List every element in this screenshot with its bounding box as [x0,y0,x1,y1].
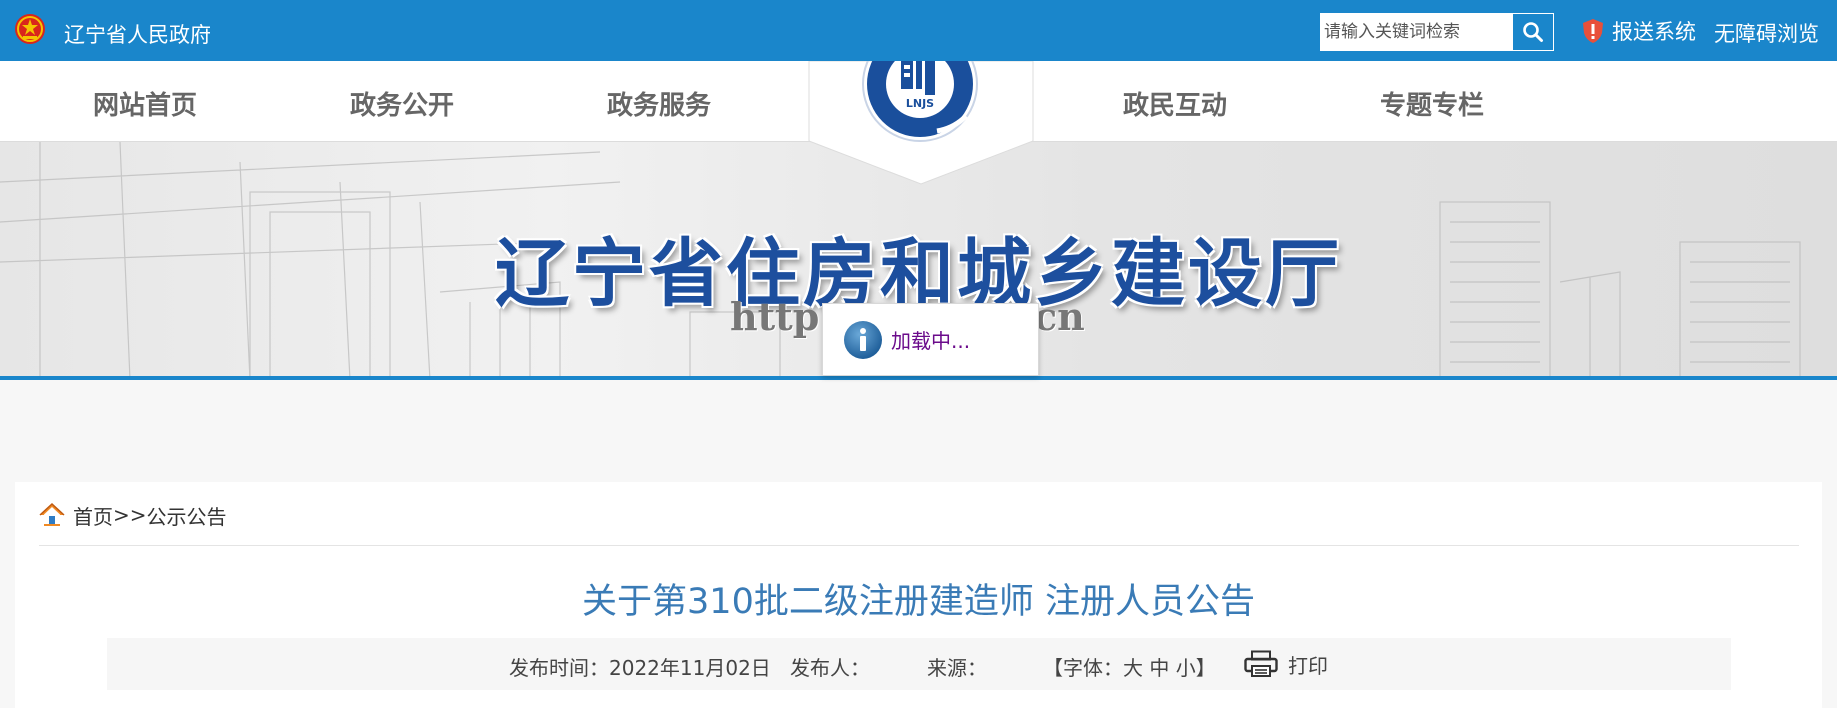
font-size-small[interactable]: 小 [1176,656,1196,680]
lnjs-logo-text: LNJS [906,97,934,110]
font-size-large[interactable]: 大 [1123,656,1143,680]
article-title: 关于第310批二级注册建造师 注册人员公告 [582,582,1255,622]
nav-interaction[interactable]: 政民互动 [1075,85,1275,122]
banner-url-head: http: [730,294,834,339]
divider [39,545,1799,546]
print-label: 打印 [1288,653,1328,678]
top-bar: 辽宁省人民政府 报送系统 无障碍浏览 [0,0,1837,61]
search-button[interactable] [1512,13,1554,51]
search-icon [1523,22,1543,42]
accessibility-link[interactable]: 无障碍浏览 [1714,18,1819,48]
gov-site-name[interactable]: 辽宁省人民政府 [64,19,211,49]
loading-popup: 加载中... [822,303,1039,376]
font-size-control: 【字体：大 中 小】 [1043,652,1216,681]
print-button[interactable]: 打印 [1244,648,1328,680]
search-box [1320,13,1554,51]
font-size-suffix: 】 [1195,656,1216,680]
font-size-prefix: 【字体： [1043,656,1123,680]
nav-gov-affairs-open[interactable]: 政务公开 [302,85,502,122]
printer-icon [1244,650,1278,677]
breadcrumb-home[interactable]: 首页 [73,501,113,530]
home-icon [39,502,65,526]
lnjs-logo[interactable]: LNJS [808,61,1034,185]
nav-gov-services[interactable]: 政务服务 [559,85,759,122]
source: 来源： [927,656,987,680]
publish-time: 发布时间：2022年11月02日 [509,656,771,680]
report-system-label: 报送系统 [1612,20,1696,44]
breadcrumb: 首页 >> 公示公告 [39,499,227,531]
nav-special-topics[interactable]: 专题专栏 [1332,85,1532,122]
info-icon [844,320,882,359]
loading-text: 加载中... [891,329,971,353]
search-input[interactable] [1321,14,1512,50]
national-emblem-icon[interactable] [14,13,46,45]
article-panel: 首页 >> 公示公告 关于第310批二级注册建造师 注册人员公告 发布时间：20… [15,482,1822,708]
banner-url-tail: cn [1034,294,1085,339]
publisher: 发布人： [790,656,870,680]
report-system-link[interactable]: 报送系统 [1582,18,1696,44]
article-meta-bar: 发布时间：2022年11月02日 发布人： 来源： 【字体：大 中 小】 打印 [107,638,1731,690]
breadcrumb-current[interactable]: 公示公告 [147,501,227,530]
report-shield-icon [1583,19,1603,43]
breadcrumb-separator: >> [113,503,147,527]
font-size-medium[interactable]: 中 [1149,656,1169,680]
nav-home[interactable]: 网站首页 [45,85,245,122]
